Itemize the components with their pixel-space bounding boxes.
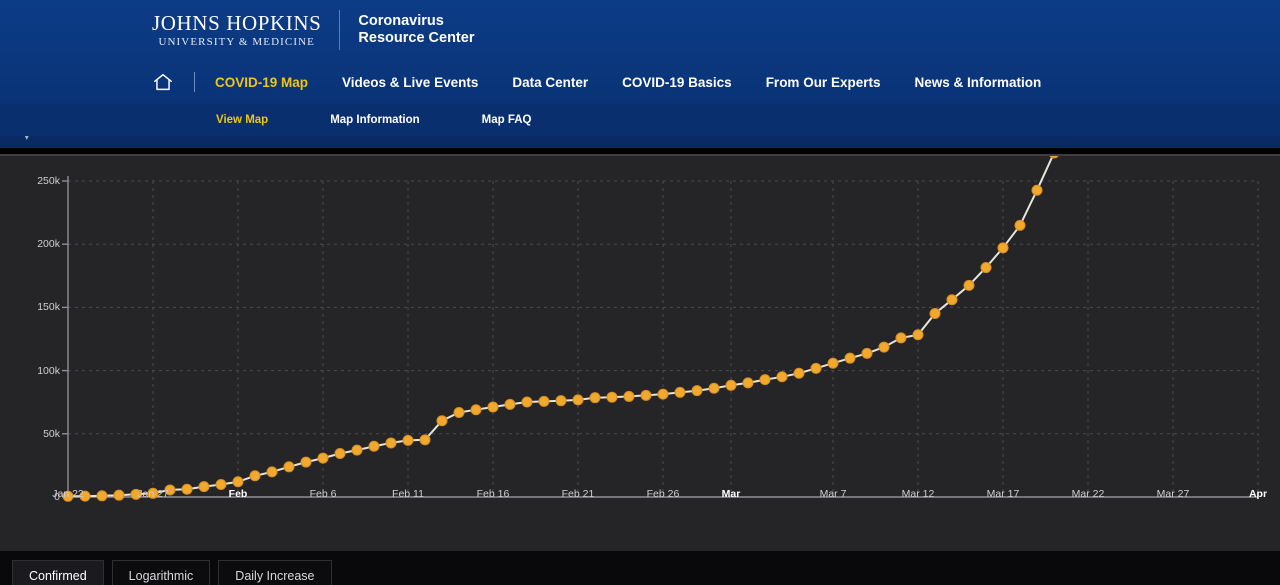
y-axis-tick-250k: 250k — [37, 175, 60, 187]
y-axis-tick-200k: 200k — [37, 238, 60, 251]
x-axis-tick-jan-22: Jan 22 — [52, 488, 84, 500]
main-navigation: COVID-19 Map Videos & Live Events Data C… — [0, 62, 1280, 102]
tab-logarithmic[interactable]: Logarithmic — [111, 560, 211, 585]
crc-title-line1: Coronavirus — [358, 13, 444, 29]
x-axis-tick-mar-27: Mar 27 — [1156, 488, 1190, 500]
nav-item-videos-live-events[interactable]: Videos & Live Events — [342, 75, 478, 90]
jhu-logo-line1: JOHNS HOPKINS — [152, 10, 322, 35]
jhu-logo-line2: UNIVERSITY & MEDICINE — [158, 35, 315, 48]
subnav-item-map-faq[interactable]: Map FAQ — [482, 114, 532, 126]
chart-panel: 0 50k 100k 150k 200k 250k Jan 22 Jan 27 Feb Feb … — [0, 156, 1280, 551]
x-axis-tick-jan-27: Jan 27 — [137, 488, 169, 500]
x-axis-tick-mar: Mar — [721, 488, 741, 500]
nav-item-data-center[interactable]: Data Center — [512, 75, 588, 90]
x-axis-tick-mar-17: Mar 17 — [986, 488, 1020, 500]
home-icon[interactable] — [152, 71, 174, 93]
tab-confirmed[interactable]: Confirmed — [12, 560, 104, 585]
nav-item-covid-19-basics[interactable]: COVID-19 Basics — [622, 75, 732, 90]
x-axis-tick-feb-6: Feb 6 — [309, 488, 337, 500]
site-header: JOHNS HOPKINS UNIVERSITY & MEDICINE Coro… — [0, 0, 1280, 104]
subnav-overflow-strip: ▾ — [0, 136, 1280, 148]
nav-separator — [194, 72, 195, 92]
tab-daily-increase[interactable]: Daily Increase — [218, 560, 332, 585]
nav-item-from-our-experts[interactable]: From Our Experts — [766, 75, 881, 90]
x-axis-tick-feb-11: Feb 11 — [392, 488, 424, 500]
crc-title-line2: Resource Center — [358, 30, 475, 46]
x-axis-tick-mar-22: Mar 22 — [1071, 488, 1105, 500]
x-axis-tick-feb: Feb — [228, 488, 248, 500]
x-axis-tick-mar-12: Mar 12 — [901, 488, 935, 500]
brand-divider — [339, 10, 341, 50]
nav-item-news-information[interactable]: News & Information — [914, 75, 1041, 90]
crc-title[interactable]: Coronavirus Resource Center — [358, 13, 474, 47]
x-axis-tick-feb-21: Feb 21 — [561, 488, 595, 500]
y-axis-tick-100k: 100k — [37, 364, 60, 377]
y-axis-tick-50k: 50k — [43, 427, 60, 440]
x-axis-tick-mar-7: Mar 7 — [819, 488, 847, 500]
x-axis-tick-feb-26: Feb 26 — [646, 488, 680, 500]
x-axis-tick-apr: Apr — [1248, 488, 1268, 500]
x-axis-labels: Jan 22 Jan 27 Feb Feb 6 Feb 11 Feb 16 Feb 21 Fe… — [0, 488, 1280, 508]
chart-tab-bar: Confirmed Logarithmic Daily Increase — [0, 551, 1280, 585]
jhu-logo[interactable]: JOHNS HOPKINS UNIVERSITY & MEDICINE — [152, 10, 339, 49]
sub-navigation: View Map Map Information Map FAQ — [0, 104, 1280, 136]
subnav-item-map-information[interactable]: Map Information — [330, 114, 419, 126]
brand-block: JOHNS HOPKINS UNIVERSITY & MEDICINE Coro… — [0, 0, 1280, 50]
subnav-item-view-map[interactable]: View Map — [216, 114, 268, 126]
x-axis-tick-feb-16: Feb 16 — [476, 488, 510, 500]
chevron-down-icon: ▾ — [24, 136, 30, 143]
nav-item-covid-19-map[interactable]: COVID-19 Map — [215, 75, 308, 90]
y-axis-tick-150k: 150k — [37, 301, 60, 314]
